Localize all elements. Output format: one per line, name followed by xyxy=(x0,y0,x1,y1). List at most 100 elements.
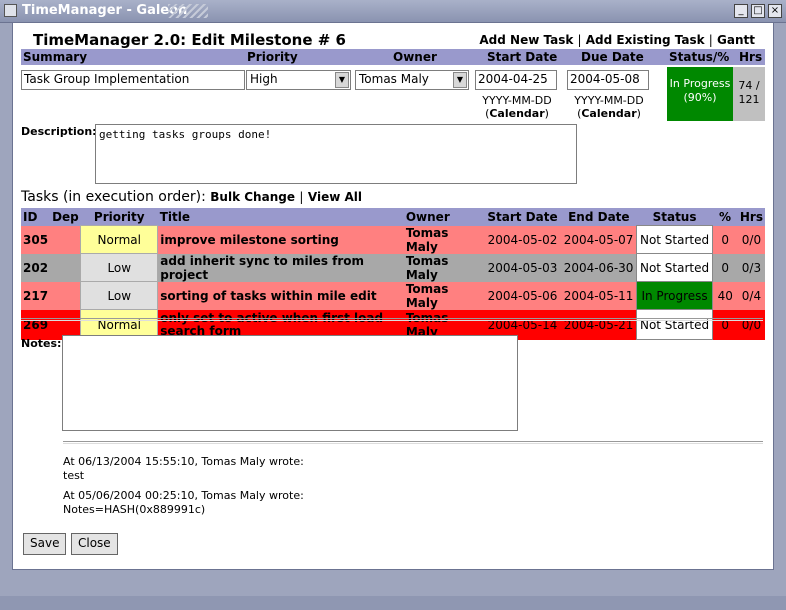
col-hrs[interactable]: Hrs xyxy=(737,208,765,226)
hours-line-1: 74 / xyxy=(738,79,760,92)
owner-selected: Tomas Maly xyxy=(359,72,429,86)
browser-viewport: TimeManager 2.0: Edit Milestone # 6 Add … xyxy=(12,22,774,570)
task-percent: 40 xyxy=(717,288,733,303)
task-hrs: 0/0 xyxy=(741,232,762,247)
status-text: In Progress xyxy=(669,77,731,90)
hrs-header: Hrs xyxy=(739,50,763,64)
status-header: Status/% xyxy=(669,50,730,64)
start-calendar-link[interactable]: Calendar xyxy=(489,107,544,120)
task-dep xyxy=(50,282,81,310)
milestone-hours: 74 / 121 xyxy=(733,67,765,121)
note-history-entry: At 06/13/2004 15:55:10, Tomas Maly wrote… xyxy=(63,455,304,483)
note-history-body: Notes=HASH(0x889991c) xyxy=(63,503,206,516)
col-owner[interactable]: Owner xyxy=(403,208,485,226)
task-dep xyxy=(50,254,81,282)
tasks-heading: Tasks (in execution order): Bulk Change … xyxy=(21,189,362,205)
task-owner: Tomas Maly xyxy=(405,281,449,310)
start-date-input[interactable]: 2004-04-25 xyxy=(475,70,557,90)
owner-header: Owner xyxy=(393,50,437,64)
col-priority[interactable]: Priority xyxy=(80,208,158,226)
task-id[interactable]: 202 xyxy=(21,254,50,282)
due-calendar-link[interactable]: Calendar xyxy=(581,107,636,120)
chevron-down-icon: ▼ xyxy=(335,72,349,88)
task-end: 2004-05-11 xyxy=(563,288,634,303)
milestone-status-badge: In Progress (90%) xyxy=(667,67,733,121)
note-history-header: At 06/13/2004 15:55:10, Tomas Maly wrote… xyxy=(63,455,304,468)
tasks-header-row: ID Dep Priority Title Owner Start Date E… xyxy=(21,208,765,226)
status-percent: (90%) xyxy=(683,91,717,104)
priority-header: Priority xyxy=(247,50,298,64)
task-id[interactable]: 269 xyxy=(21,310,50,340)
col-dep[interactable]: Dep xyxy=(50,208,81,226)
bulk-change-link[interactable]: Bulk Change xyxy=(210,190,295,204)
app-icon[interactable] xyxy=(4,4,17,17)
col-end-date[interactable]: End Date xyxy=(560,208,637,226)
task-hrs: 0/4 xyxy=(741,288,762,303)
owner-select[interactable]: Tomas Maly ▼ xyxy=(355,70,469,90)
link-separator: | xyxy=(708,33,713,47)
task-end: 2004-05-21 xyxy=(563,317,634,332)
task-status: Not Started xyxy=(636,225,713,254)
task-title[interactable]: sorting of tasks within mile edit xyxy=(158,282,404,310)
view-all-link[interactable]: View All xyxy=(308,190,362,204)
col-percent[interactable]: % xyxy=(712,208,738,226)
col-id[interactable]: ID xyxy=(21,208,51,226)
start-date-hint: YYYY-MM-DD (Calendar) xyxy=(473,94,561,120)
summary-header: Summary xyxy=(23,50,88,64)
task-status: In Progress xyxy=(636,281,713,310)
divider xyxy=(21,318,763,321)
description-label: Description: xyxy=(21,125,97,138)
milestone-column-headers: Summary Priority Owner Start Date Due Da… xyxy=(21,49,765,65)
col-title[interactable]: Title xyxy=(157,208,404,226)
task-owner: Tomas Maly xyxy=(405,253,449,282)
due-date-input[interactable]: 2004-05-08 xyxy=(567,70,649,90)
table-row[interactable]: 217 Low sorting of tasks within mile edi… xyxy=(21,281,765,310)
task-end: 2004-05-07 xyxy=(563,232,634,247)
calendar-link-wrap: (Calendar) xyxy=(565,107,653,120)
priority-selected: High xyxy=(250,72,278,86)
description-textarea[interactable]: getting tasks groups done! xyxy=(95,124,577,184)
window-title: TimeManager - Galeon xyxy=(22,3,188,18)
task-dep xyxy=(50,226,81,254)
link-separator: | xyxy=(299,190,304,204)
priority-select[interactable]: High ▼ xyxy=(246,70,351,90)
task-status: Not Started xyxy=(636,253,713,282)
paren-close: ) xyxy=(544,107,549,120)
task-id[interactable]: 305 xyxy=(21,226,50,254)
divider xyxy=(63,441,763,444)
paren-close: ) xyxy=(636,107,641,120)
due-date-hint: YYYY-MM-DD (Calendar) xyxy=(565,94,653,120)
link-separator: | xyxy=(577,33,582,47)
task-priority: Normal xyxy=(80,225,159,254)
page-title: TimeManager 2.0: Edit Milestone # 6 xyxy=(33,31,346,49)
start-date-header: Start Date xyxy=(487,50,558,64)
task-id[interactable]: 217 xyxy=(21,282,50,310)
close-button[interactable]: Close xyxy=(71,533,118,555)
table-row[interactable]: 202 Low add inherit sync to miles from p… xyxy=(21,253,765,282)
chevron-down-icon: ▼ xyxy=(453,72,467,88)
task-percent: 0 xyxy=(721,232,730,247)
add-new-task-link[interactable]: Add New Task xyxy=(479,33,573,47)
task-start: 2004-05-06 xyxy=(487,288,558,303)
task-status: Not Started xyxy=(636,309,713,340)
col-start-date[interactable]: Start Date xyxy=(484,208,561,226)
maximize-button[interactable]: □ xyxy=(751,4,765,18)
task-owner: Tomas Maly xyxy=(405,225,449,254)
hours-line-2: 121 xyxy=(738,93,760,106)
table-row[interactable]: 305 Normal improve milestone sorting Tom… xyxy=(21,225,765,254)
due-date-header: Due Date xyxy=(581,50,644,64)
save-button[interactable]: Save xyxy=(23,533,67,555)
minimize-button[interactable]: _ xyxy=(734,4,748,18)
date-format-hint: YYYY-MM-DD xyxy=(574,94,644,107)
gantt-link[interactable]: Gantt xyxy=(717,33,755,47)
close-window-button[interactable]: × xyxy=(768,4,782,18)
task-priority: Low xyxy=(80,253,159,282)
add-existing-task-link[interactable]: Add Existing Task xyxy=(586,33,705,47)
summary-input[interactable]: Task Group Implementation xyxy=(21,70,245,90)
task-title[interactable]: add inherit sync to miles from project xyxy=(158,254,404,282)
notes-textarea[interactable] xyxy=(62,335,518,431)
task-title[interactable]: improve milestone sorting xyxy=(158,226,404,254)
task-percent: 0 xyxy=(721,260,730,275)
note-history-entry: At 05/06/2004 00:25:10, Tomas Maly wrote… xyxy=(63,489,304,517)
col-status[interactable]: Status xyxy=(636,208,713,226)
